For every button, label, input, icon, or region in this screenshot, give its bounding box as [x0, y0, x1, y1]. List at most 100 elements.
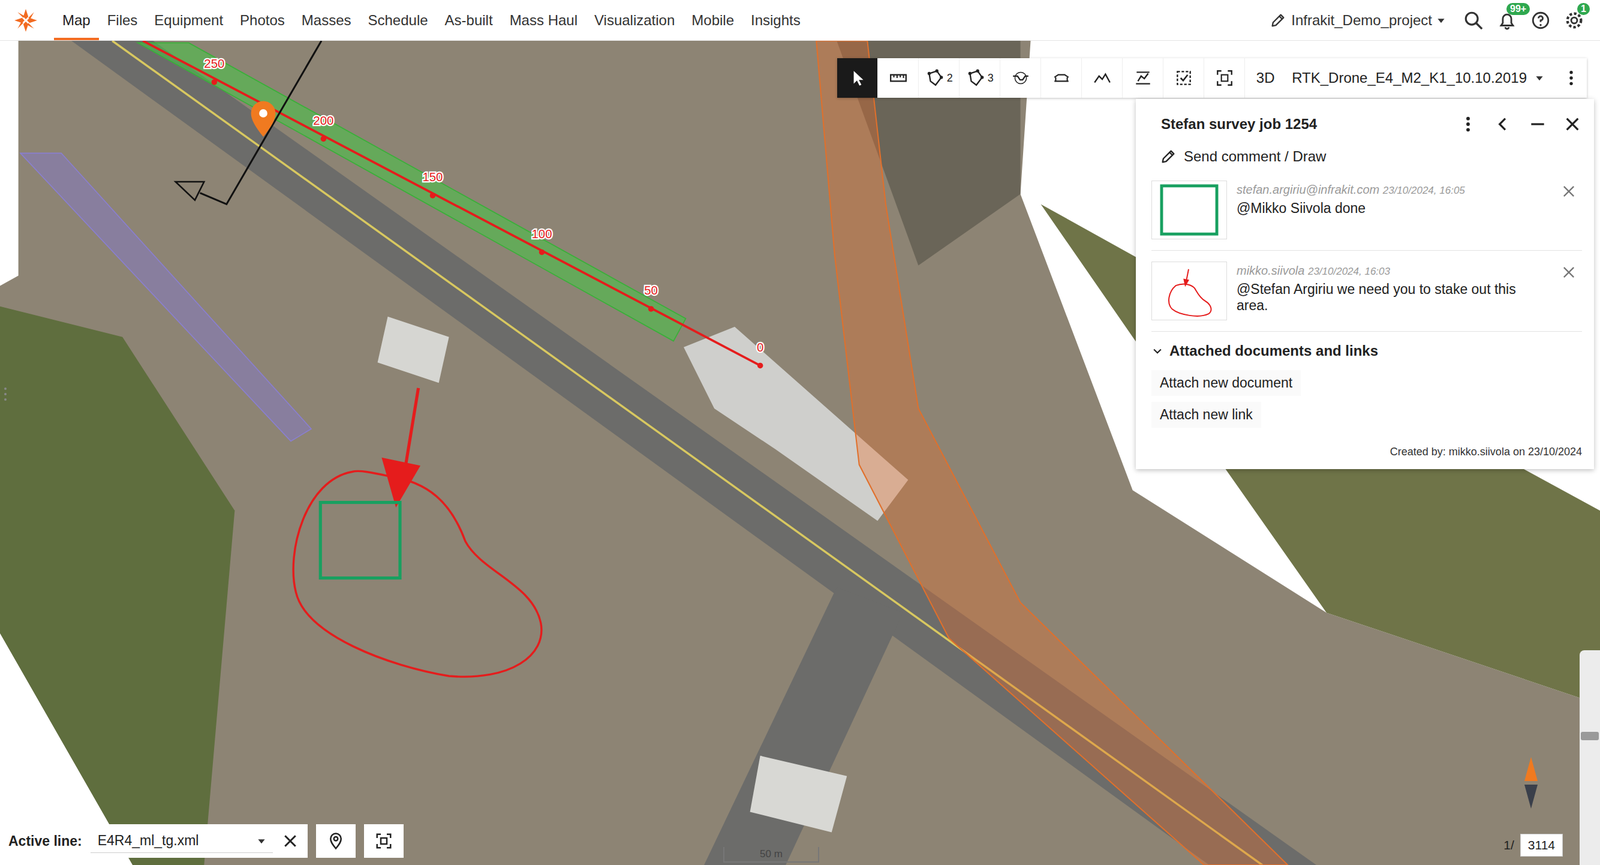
send-comment-button[interactable]: Send comment / Draw [1151, 142, 1335, 171]
pager-total[interactable]: 3114 [1520, 833, 1563, 857]
pencil-icon [1159, 148, 1177, 165]
station-label: 150 [422, 170, 443, 184]
layer-selector[interactable]: RTK_Drone_E4_M2_K1_10.10.2019 [1285, 69, 1556, 87]
zoom-slider[interactable] [1579, 650, 1600, 865]
nav-tab[interactable]: Insights [742, 0, 809, 41]
long-section-icon [1051, 68, 1072, 88]
tool-button[interactable] [1000, 58, 1042, 98]
tool-button[interactable] [1081, 58, 1123, 98]
station-dot [648, 305, 655, 312]
comment-meta: stefan.argiriu@infrakit.com 23/10/2024, … [1236, 182, 1551, 197]
more-icon[interactable] [1555, 69, 1587, 87]
attach-button[interactable]: Attach new link [1151, 401, 1262, 428]
comment-thumbnail[interactable] [1151, 261, 1227, 321]
polygon-icon [966, 68, 986, 88]
panel-header: Stefan survey job 1254 [1151, 98, 1583, 143]
check-icon [1174, 68, 1194, 88]
active-line-label: Active line: [8, 832, 83, 850]
minimize-icon[interactable] [1528, 114, 1548, 134]
location-pin-icon [326, 831, 345, 850]
tool-button[interactable] [1204, 58, 1245, 98]
profile-icon [1092, 68, 1112, 88]
compass-icon[interactable] [1523, 755, 1539, 810]
search-icon[interactable] [1463, 10, 1484, 31]
pager-current: 1/ [1503, 837, 1515, 853]
alignment-line[interactable] [142, 40, 760, 366]
nav-tab[interactable]: Mass Haul [501, 0, 586, 41]
notifications[interactable]: 99+ [1496, 10, 1518, 31]
pencil-icon [1269, 11, 1287, 29]
back-icon[interactable] [1493, 114, 1513, 134]
view-3d-button[interactable]: 3D [1244, 58, 1286, 98]
notifications-badge: 99+ [1506, 2, 1530, 15]
nav-tab[interactable]: Masses [293, 0, 360, 41]
station-dot [539, 249, 546, 256]
sketch-outline[interactable] [293, 470, 542, 677]
active-line: Active line: E4R4_ml_tg.xml [0, 823, 308, 858]
top-nav: MapFilesEquipmentPhotosMassesScheduleAs-… [0, 0, 1600, 41]
nav-actions: Infrakit_Demo_project 99+ 1 [1269, 10, 1585, 31]
comment: mikko.siivola 23/10/2024, 16:03 @Stefan … [1151, 261, 1583, 332]
station-label: 50 [644, 283, 658, 297]
nav-tab[interactable]: Schedule [359, 0, 437, 41]
side-handle-icon[interactable] [3, 386, 8, 402]
comment-text: @Mikko Siivola done [1236, 200, 1551, 217]
comment-meta: mikko.siivola 23/10/2024, 16:03 [1236, 263, 1551, 278]
comment-thumbnail[interactable] [1151, 180, 1227, 240]
nav-tab[interactable]: Files [98, 0, 147, 41]
tool-button[interactable] [1163, 58, 1205, 98]
cross-section-icon [1011, 68, 1031, 88]
tool-button[interactable]: 3 [959, 58, 1001, 98]
active-line-select[interactable]: E4R4_ml_tg.xml [90, 828, 273, 853]
tool-button[interactable] [1041, 58, 1082, 98]
tool-button[interactable]: 2 [918, 58, 960, 98]
nav-tab[interactable]: Photos [231, 0, 294, 41]
frame-icon [1214, 68, 1235, 88]
map[interactable]: 050100150200250 2 3 3D RTK_Drone_E4_M2_K… [0, 40, 1600, 865]
sketch-arrow-icon [381, 457, 421, 508]
panel-actions [1458, 114, 1583, 134]
settings[interactable]: 1 [1564, 10, 1585, 31]
survey-job-panel: Stefan survey job 1254 Send comment / Dr… [1135, 98, 1595, 469]
nav-tab[interactable]: As-built [436, 0, 502, 41]
scale-bar: 50 m [723, 846, 820, 863]
nav-tab[interactable]: Visualization [585, 0, 684, 41]
close-icon[interactable] [1562, 114, 1583, 134]
tool-count: 2 [946, 71, 953, 85]
zoom-to-line-button[interactable] [364, 823, 404, 858]
orthophoto [0, 40, 1600, 865]
tool-button[interactable] [1122, 58, 1164, 98]
polygon-icon [925, 68, 945, 88]
attach-button[interactable]: Attach new document [1151, 370, 1301, 396]
station-dot [211, 79, 218, 86]
caret-icon [1535, 73, 1544, 83]
pin-icon[interactable] [251, 100, 276, 137]
station-label: 250 [203, 56, 225, 71]
tool-count: 3 [987, 71, 994, 85]
nav-tab[interactable]: Mobile [683, 0, 743, 41]
more-icon[interactable] [1458, 114, 1478, 134]
delete-comment-icon[interactable] [1560, 182, 1578, 200]
project-selector[interactable]: Infrakit_Demo_project [1269, 11, 1446, 29]
active-line-bar: Active line: E4R4_ml_tg.xml [0, 823, 404, 858]
project-name: Infrakit_Demo_project [1291, 11, 1433, 29]
stakeout-square[interactable] [320, 502, 400, 579]
locate-line-button[interactable] [316, 823, 356, 858]
nav-tab[interactable]: Map [53, 0, 99, 41]
map-toolbar: 2 3 3D RTK_Drone_E4_M2_K1_10.10.2019 [837, 58, 1587, 98]
main-tabs: MapFilesEquipmentPhotosMassesScheduleAs-… [53, 0, 809, 41]
station-dot [320, 136, 327, 143]
zoom-handle[interactable] [1580, 731, 1599, 741]
clear-icon[interactable] [281, 831, 300, 850]
nav-tab[interactable]: Equipment [145, 0, 232, 41]
tool-button[interactable] [877, 58, 919, 98]
scale-label: 50 m [759, 847, 783, 860]
attachments-toggle[interactable]: Attached documents and links [1151, 342, 1379, 360]
help-icon[interactable] [1530, 10, 1551, 31]
comment: stefan.argiriu@infrakit.com 23/10/2024, … [1151, 180, 1583, 251]
delete-comment-icon[interactable] [1560, 263, 1578, 281]
pager: 1/ 3114 [1503, 833, 1563, 857]
logo-icon[interactable] [13, 7, 39, 33]
tool-button[interactable] [837, 58, 878, 98]
direction-arrow-icon [175, 181, 205, 201]
